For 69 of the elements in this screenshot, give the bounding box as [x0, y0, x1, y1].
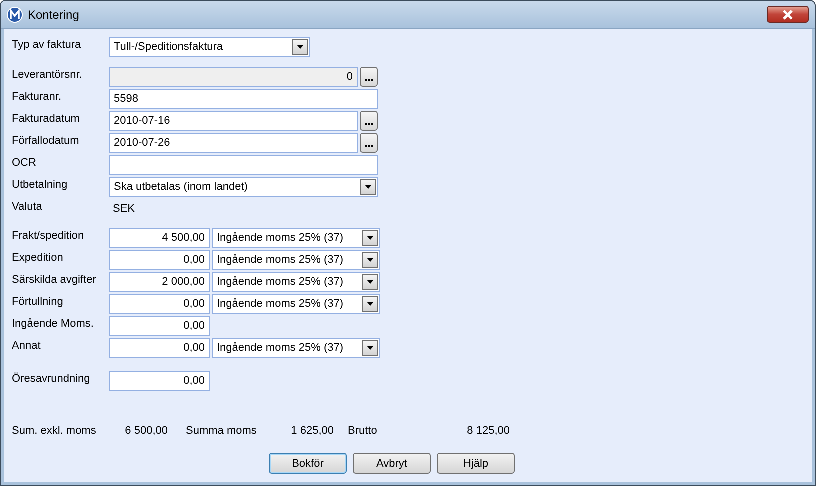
vat-dropdown[interactable]: Ingående moms 25% (37): [212, 294, 380, 314]
dropdown-value: Ingående moms 25% (37): [217, 342, 344, 354]
field-label: Förtullning: [12, 296, 64, 308]
close-button[interactable]: [767, 6, 809, 23]
amount-field[interactable]: 0,00: [109, 250, 210, 270]
caret-icon: [364, 185, 372, 189]
amount-field[interactable]: 4 500,00: [109, 228, 210, 248]
field-label: Leverantörsnr.: [12, 69, 84, 81]
dropdown-value: Ingående moms 25% (37): [217, 232, 344, 244]
input-field[interactable]: 2010-07-26: [109, 133, 358, 153]
dropdown-value: Ingående moms 25% (37): [217, 276, 344, 288]
field-value: SEK: [113, 203, 136, 215]
caret-icon: [296, 45, 304, 49]
field-label: Utbetalning: [12, 179, 69, 191]
field-label: Valuta: [12, 201, 44, 213]
vat-dropdown[interactable]: Ingående moms 25% (37): [212, 272, 380, 292]
field-label: Förfallodatum: [12, 135, 80, 147]
total-label: Summa moms: [186, 425, 258, 437]
amount-field[interactable]: 2 000,00: [109, 272, 210, 292]
app-logo-icon: [7, 6, 23, 22]
field-label: Öresavrundning: [12, 373, 92, 385]
total-value: 8 125,00: [466, 425, 510, 437]
dropdown-value: Tull-/Speditionsfaktura: [114, 41, 224, 53]
browse-button[interactable]: [360, 67, 378, 87]
input-field[interactable]: 2010-07-16: [109, 111, 358, 131]
browse-button[interactable]: [360, 111, 378, 131]
dropdown-button[interactable]: [362, 340, 378, 356]
close-icon: [782, 10, 794, 20]
field-label: Frakt/spedition: [12, 230, 86, 242]
field-label: Typ av faktura: [12, 39, 82, 51]
browse-button[interactable]: [360, 133, 378, 153]
total-value: 1 625,00: [290, 425, 334, 437]
caret-icon: [366, 236, 374, 240]
caret-icon: [366, 280, 374, 284]
dialog-button[interactable]: Bokför: [269, 453, 347, 474]
field-label: Särskilda avgifter: [12, 274, 98, 286]
amount-field[interactable]: 0,00: [109, 371, 210, 391]
field-label: Fakturadatum: [12, 113, 81, 125]
caret-icon: [366, 258, 374, 262]
field-label: Ingående Moms.: [12, 318, 95, 330]
dropdown-value: Ingående moms 25% (37): [217, 298, 344, 310]
amount-field[interactable]: 0,00: [109, 316, 210, 336]
amount-field[interactable]: 0,00: [109, 294, 210, 314]
dropdown-button[interactable]: [360, 179, 376, 195]
dropdown-value: Ska utbetalas (inom landet): [114, 181, 248, 193]
dropdown-button[interactable]: [362, 252, 378, 268]
field-label: Annat: [12, 340, 42, 352]
window-title: Kontering: [28, 8, 80, 22]
field-label: Fakturanr.: [12, 91, 63, 103]
input-field[interactable]: [109, 155, 378, 175]
dialog-button[interactable]: Avbryt: [353, 453, 431, 474]
amount-field[interactable]: 0,00: [109, 338, 210, 358]
dropdown-field[interactable]: Ska utbetalas (inom landet): [109, 177, 378, 197]
field-label: OCR: [12, 157, 38, 169]
caret-icon: [366, 302, 374, 306]
vat-dropdown[interactable]: Ingående moms 25% (37): [212, 250, 380, 270]
dropdown-button[interactable]: [362, 274, 378, 290]
field-label: Expedition: [12, 252, 64, 264]
vat-dropdown[interactable]: Ingående moms 25% (37): [212, 228, 380, 248]
caret-icon: [366, 346, 374, 350]
input-field[interactable]: 5598: [109, 89, 378, 109]
vat-dropdown[interactable]: Ingående moms 25% (37): [212, 338, 380, 358]
total-label: Brutto: [348, 425, 378, 437]
dropdown-field[interactable]: Tull-/Speditionsfaktura: [109, 37, 310, 57]
dropdown-button[interactable]: [362, 230, 378, 246]
dropdown-button[interactable]: [362, 296, 378, 312]
dropdown-button[interactable]: [292, 39, 308, 55]
dropdown-value: Ingående moms 25% (37): [217, 254, 344, 266]
dialog-button[interactable]: Hjälp: [437, 453, 515, 474]
